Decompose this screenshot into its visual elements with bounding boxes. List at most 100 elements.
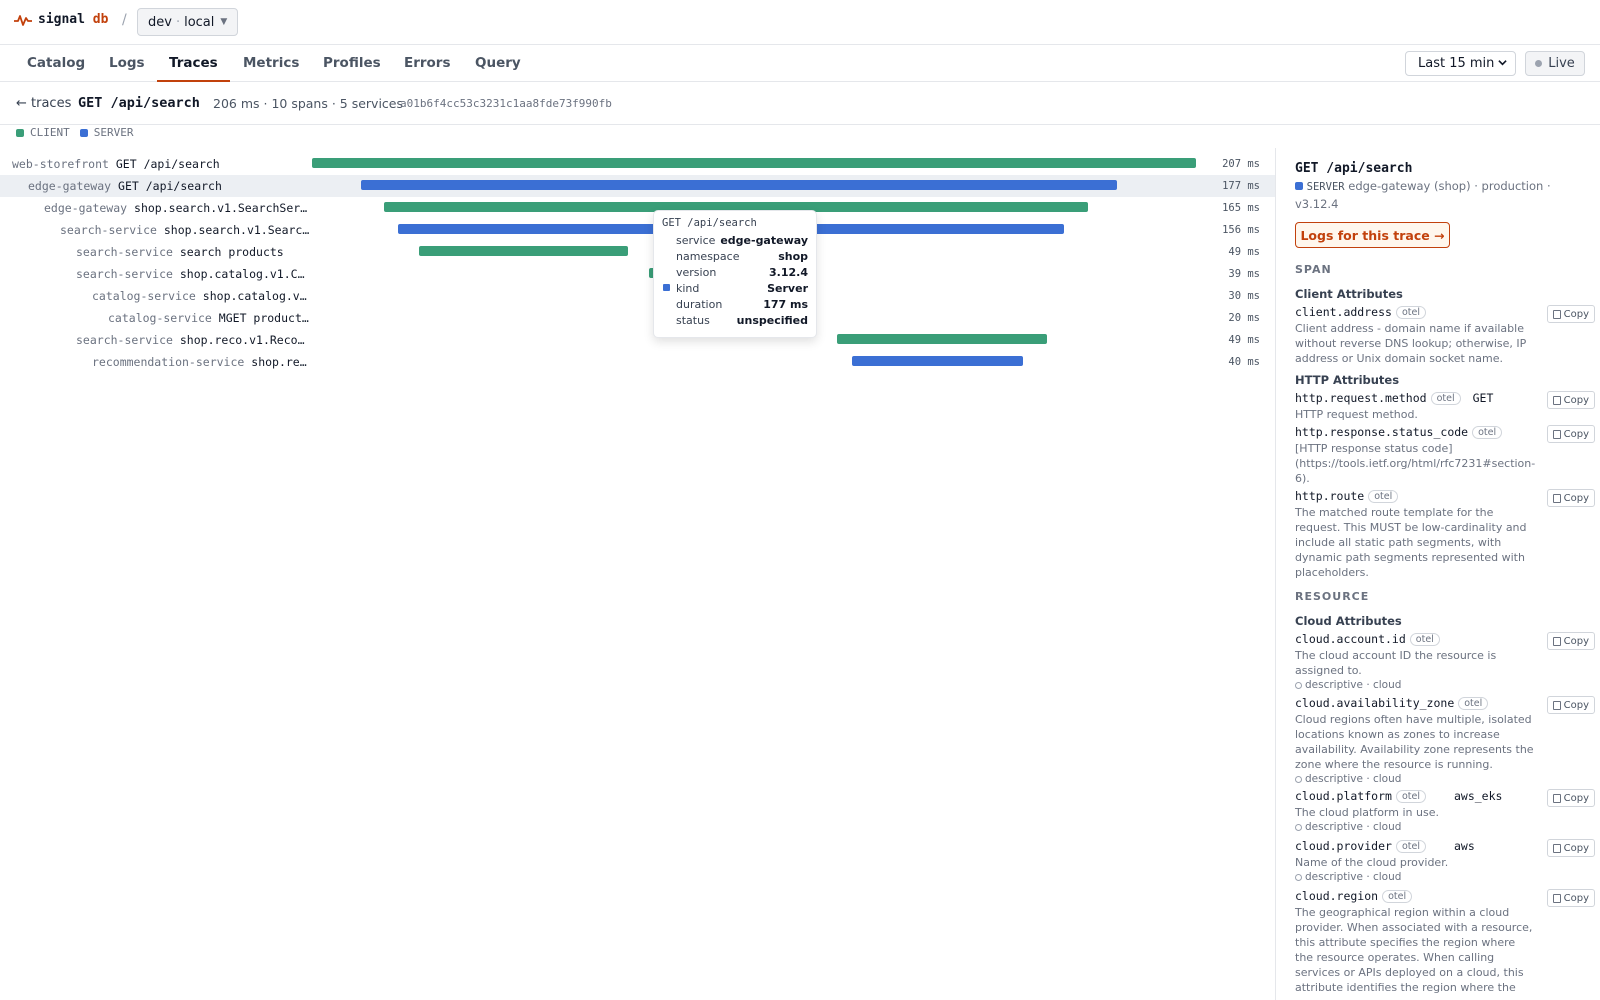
copy-button[interactable]: Copy: [1546, 489, 1595, 507]
copy-icon: [1552, 429, 1561, 439]
tab-metrics[interactable]: Metrics: [243, 45, 299, 82]
otel-badge: otel: [1472, 426, 1503, 439]
copy-label: Copy: [1563, 842, 1589, 854]
attr-name[interactable]: cloud.account.id: [1295, 632, 1406, 646]
panel-title: GET /api/search: [1295, 161, 1413, 176]
span-label: catalog-service MGET product:…: [108, 311, 310, 325]
span-row[interactable]: search-service shop.reco.v1.Recomm… 49 ms: [0, 329, 1275, 351]
main-nav: Catalog Logs Traces Metrics Profiles Err…: [0, 45, 1600, 82]
span-operation: MGET product:…: [218, 311, 310, 325]
attr-http-response-status-code: http.response.status_code otel [HTTP resp…: [1295, 425, 1595, 486]
span-bar[interactable]: [361, 180, 1117, 190]
attr-description: HTTP request method.: [1295, 408, 1418, 421]
span-row[interactable]: edge-gateway GET /api/search 177 ms: [0, 175, 1275, 197]
span-bar[interactable]: [837, 334, 1047, 344]
attr-description: The geographical region within a cloud p…: [1295, 906, 1533, 994]
tab-profiles[interactable]: Profiles: [323, 45, 381, 82]
tab-catalog[interactable]: Catalog: [27, 45, 85, 82]
circle-icon: [1295, 823, 1302, 831]
app-logo[interactable]: signal db: [14, 12, 108, 27]
attr-tag: descriptive · cloud: [1295, 679, 1595, 691]
tooltip-row-duration: duration 177 ms: [662, 296, 808, 312]
caret-down-icon: ▼: [220, 17, 228, 27]
copy-icon: [1552, 793, 1561, 803]
span-service: catalog-service: [92, 289, 196, 303]
attr-tag-label: descriptive · cloud: [1305, 773, 1402, 785]
copy-button[interactable]: Copy: [1546, 839, 1595, 857]
attr-name[interactable]: cloud.availability_zone: [1295, 696, 1454, 710]
tooltip-row-version: version 3.12.4: [662, 264, 808, 280]
attr-name[interactable]: cloud.region: [1295, 889, 1378, 903]
attr-value: aws: [1453, 839, 1475, 853]
attr-name[interactable]: cloud.platform: [1295, 789, 1392, 803]
back-to-traces-link[interactable]: ← traces: [16, 96, 71, 111]
copy-icon: [1552, 636, 1561, 646]
tooltip-key: duration: [676, 297, 723, 311]
tab-errors[interactable]: Errors: [404, 45, 451, 82]
span-duration: 165 ms: [1222, 202, 1260, 214]
attr-name[interactable]: http.response.status_code: [1295, 425, 1468, 439]
span-row[interactable]: search-service shop.catalog.v1.Cat… 39 ms: [0, 263, 1275, 285]
tab-logs[interactable]: Logs: [109, 45, 145, 82]
logs-for-trace-button[interactable]: Logs for this trace →: [1295, 222, 1450, 248]
copy-button[interactable]: Copy: [1546, 696, 1595, 714]
copy-button[interactable]: Copy: [1546, 391, 1595, 409]
otel-badge: otel: [1368, 490, 1399, 503]
tab-query[interactable]: Query: [475, 45, 521, 82]
span-row[interactable]: catalog-service MGET product:… 20 ms: [0, 307, 1275, 329]
span-row[interactable]: search-service shop.search.v1.Search… 156…: [0, 219, 1275, 241]
time-range-select[interactable]: Last 15 min: [1405, 51, 1516, 76]
environment-selector[interactable]: dev · local ▼: [137, 8, 239, 36]
tooltip-key: namespace: [676, 249, 740, 263]
copy-label: Copy: [1563, 792, 1589, 804]
span-label: edge-gateway shop.search.v1.SearchServi…: [44, 201, 310, 215]
trace-id[interactable]: a01b6f4cc53c3231c1aa8fde73f990fb: [400, 97, 612, 110]
tooltip-key: version: [676, 265, 717, 279]
tooltip-row-namespace: namespace shop: [662, 248, 808, 264]
live-toggle[interactable]: Live: [1525, 51, 1585, 76]
trace-title: GET /api/search: [78, 95, 200, 111]
span-row[interactable]: search-service search products 49 ms: [0, 241, 1275, 263]
span-kind-legend: CLIENT SERVER: [16, 126, 134, 139]
env-location: local: [184, 14, 215, 30]
legend-swatch-server: [79, 128, 88, 137]
tooltip-row-status: status unspecified: [662, 312, 808, 328]
span-row[interactable]: recommendation-service shop.reco… 40 ms: [0, 351, 1275, 373]
span-row[interactable]: edge-gateway shop.search.v1.SearchServi……: [0, 197, 1275, 219]
span-service: recommendation-service: [92, 355, 245, 369]
tooltip-value: Server: [767, 281, 808, 295]
copy-icon: [1552, 395, 1561, 405]
attr-value: GET: [1472, 391, 1494, 405]
span-row[interactable]: catalog-service shop.catalog.v1.… 30 ms: [0, 285, 1275, 307]
copy-label: Copy: [1563, 699, 1589, 711]
tab-traces[interactable]: Traces: [157, 45, 230, 82]
span-bar[interactable]: [852, 356, 1024, 366]
span-row[interactable]: web-storefront GET /api/search 207 ms: [0, 153, 1275, 175]
attr-description: The cloud platform in use.: [1295, 806, 1439, 819]
span-duration: 177 ms: [1222, 180, 1260, 192]
attr-description: The matched route template for the reque…: [1295, 506, 1527, 579]
copy-button[interactable]: Copy: [1546, 425, 1595, 443]
span-bar[interactable]: [312, 158, 1196, 168]
copy-button[interactable]: Copy: [1546, 305, 1595, 323]
trace-header: ← traces GET /api/search 206 ms · 10 spa…: [0, 82, 1600, 125]
tooltip-title: GET /api/search: [662, 217, 757, 229]
span-duration: 30 ms: [1228, 290, 1260, 302]
attr-tag: descriptive · cloud: [1295, 773, 1595, 785]
span-service: search-service: [76, 333, 173, 347]
span-duration: 39 ms: [1228, 268, 1260, 280]
attr-name[interactable]: client.address: [1295, 305, 1392, 319]
copy-label: Copy: [1563, 492, 1589, 504]
span-bar[interactable]: [418, 246, 628, 256]
span-label: edge-gateway GET /api/search: [28, 179, 310, 193]
span-service: catalog-service: [108, 311, 212, 325]
span-section-heading: SPAN: [1295, 263, 1332, 276]
attr-name[interactable]: http.route: [1295, 489, 1364, 503]
group-http-attributes: HTTP Attributes: [1295, 373, 1400, 387]
attr-name[interactable]: http.request.method: [1295, 391, 1427, 405]
copy-button[interactable]: Copy: [1546, 632, 1595, 650]
attr-name[interactable]: cloud.provider: [1295, 839, 1392, 853]
copy-button[interactable]: Copy: [1546, 889, 1595, 907]
time-range-value: Last 15 min: [1418, 56, 1495, 71]
copy-button[interactable]: Copy: [1546, 789, 1595, 807]
